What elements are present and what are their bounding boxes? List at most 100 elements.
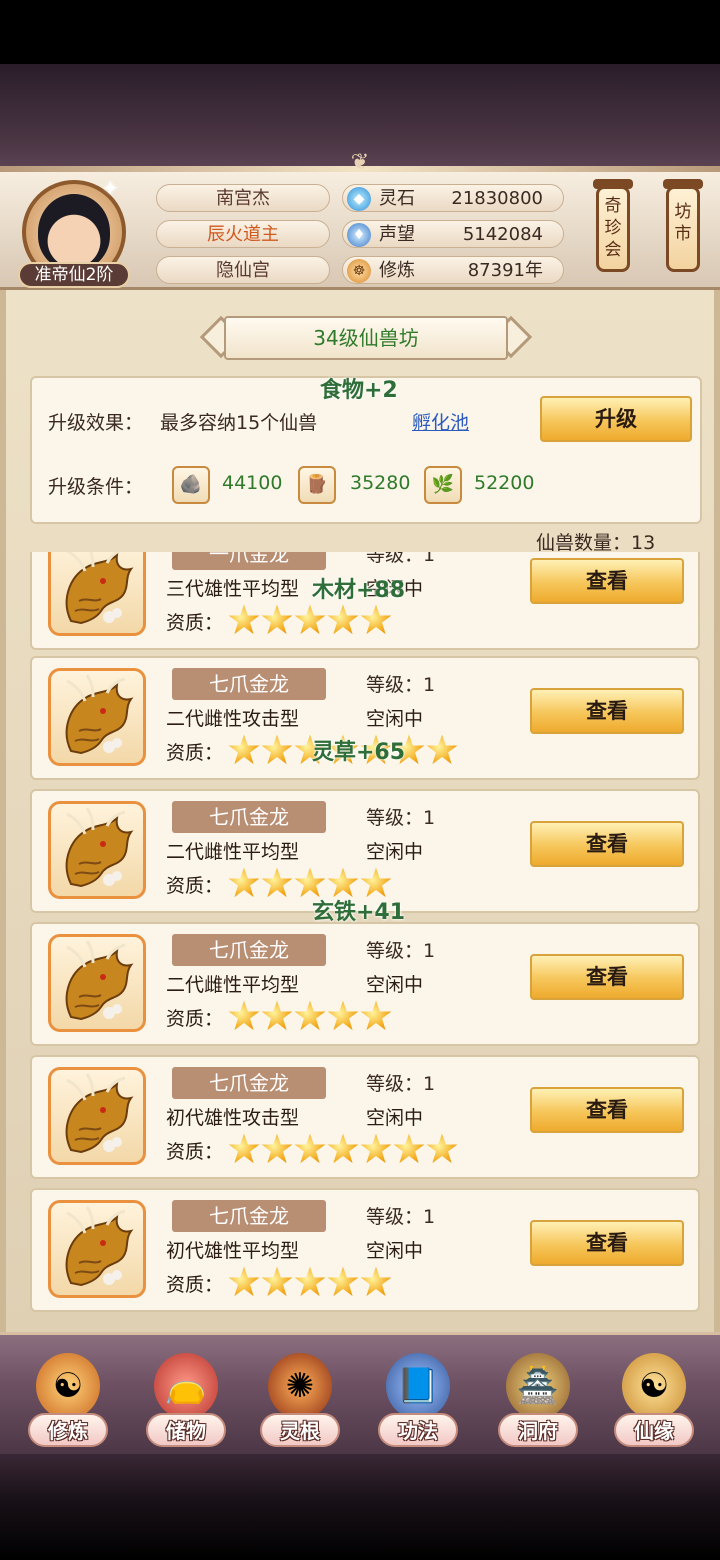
quality-label: 资质： bbox=[166, 612, 224, 634]
view-beast-button[interactable]: 查看 bbox=[530, 1220, 684, 1266]
nav-label: 仙缘 bbox=[634, 1419, 674, 1443]
nav-item-storage-bag[interactable]: 👝 储物 bbox=[140, 1353, 232, 1453]
knot-ornament-icon: ❦ bbox=[350, 150, 370, 175]
star-icon bbox=[228, 734, 260, 765]
star-icon bbox=[261, 734, 293, 765]
view-beast-button[interactable]: 查看 bbox=[530, 1087, 684, 1133]
star-icon bbox=[360, 1000, 392, 1031]
upgrade-button[interactable]: 升级 bbox=[540, 396, 692, 442]
quality-stars bbox=[228, 1000, 393, 1032]
star-icon bbox=[228, 604, 260, 635]
nav-label: 功法 bbox=[398, 1419, 438, 1443]
star-icon bbox=[426, 1133, 458, 1164]
star-icon bbox=[327, 1133, 359, 1164]
beast-card: 七爪金龙 等级：1 初代雄性攻击型 空闲中 资质： 查看 bbox=[30, 1055, 700, 1179]
star-icon bbox=[294, 1000, 326, 1031]
beast-level: 等级：1 bbox=[366, 940, 436, 962]
star-icon bbox=[294, 1266, 326, 1297]
quality-label: 资质： bbox=[166, 742, 224, 764]
nav-item-spirit-root[interactable]: ✺ 灵根 bbox=[254, 1353, 346, 1453]
floating-gain: 灵草+65 bbox=[312, 740, 406, 765]
quality-label: 资质： bbox=[166, 1141, 224, 1163]
star-icon bbox=[228, 1266, 260, 1297]
cost-herb: 52200 bbox=[474, 472, 535, 494]
bottom-navigation: ☯ 修炼 👝 储物 ✺ 灵根 📘 功法 🏯 洞府 ☯ 仙缘 bbox=[0, 1332, 720, 1454]
cultivate-icon: ☯ bbox=[36, 1353, 100, 1419]
stone-material-icon: 🪨 bbox=[172, 466, 210, 504]
beast-list[interactable]: 一爪金龙 等级：1 三代雄性平均型 空闲中 资质： 查看 七爪金龙 等级：1 二… bbox=[26, 552, 706, 1312]
star-icon bbox=[228, 1000, 260, 1031]
nav-label: 修炼 bbox=[48, 1419, 88, 1443]
technique-book-icon: 📘 bbox=[386, 1353, 450, 1419]
beast-level: 等级：1 bbox=[366, 674, 436, 696]
floating-gain: 玄铁+41 bbox=[312, 900, 406, 925]
beast-description: 二代雌性平均型 bbox=[166, 974, 300, 996]
cave-dwelling-icon: 🏯 bbox=[506, 1353, 570, 1419]
beast-description: 二代雌性攻击型 bbox=[166, 708, 300, 730]
spirit-stone-icon: ◆ bbox=[347, 187, 371, 211]
avatar-portrait bbox=[38, 194, 110, 270]
cultivation-icon: ☸ bbox=[347, 259, 371, 283]
star-icon bbox=[261, 604, 293, 635]
player-name: 南宫杰 bbox=[156, 184, 330, 212]
star-icon bbox=[360, 604, 392, 635]
beast-status: 空闲中 bbox=[366, 841, 424, 863]
beast-status: 空闲中 bbox=[366, 708, 424, 730]
beast-name: 七爪金龙 bbox=[172, 801, 326, 833]
market-button[interactable]: 坊市 bbox=[663, 179, 703, 272]
facility-title: 34级仙兽坊 bbox=[224, 316, 508, 360]
star-icon bbox=[294, 604, 326, 635]
beast-name: 一爪金龙 bbox=[172, 552, 326, 570]
star-icon bbox=[228, 1133, 260, 1164]
quality-stars bbox=[228, 604, 393, 636]
beast-description: 初代雄性平均型 bbox=[166, 1240, 300, 1262]
star-icon bbox=[327, 1266, 359, 1297]
nav-item-technique-book[interactable]: 📘 功法 bbox=[372, 1353, 464, 1453]
cost-stone: 44100 bbox=[222, 472, 283, 494]
star-icon bbox=[261, 1133, 293, 1164]
prestige-icon: ♦ bbox=[347, 223, 371, 247]
beast-status: 空闲中 bbox=[366, 974, 424, 996]
view-beast-button[interactable]: 查看 bbox=[530, 558, 684, 604]
quality-label: 资质： bbox=[166, 1008, 224, 1030]
beast-name: 七爪金龙 bbox=[172, 934, 326, 966]
facility-title-ribbon: 34级仙兽坊 bbox=[199, 314, 533, 362]
wood-material-icon: 🪵 bbox=[298, 466, 336, 504]
beast-status: 空闲中 bbox=[366, 1240, 424, 1262]
nav-item-fate[interactable]: ☯ 仙缘 bbox=[608, 1353, 700, 1453]
treasure-auction-button[interactable]: 奇珍会 bbox=[593, 179, 633, 272]
view-beast-button[interactable]: 查看 bbox=[530, 954, 684, 1000]
beast-workshop-panel: 34级仙兽坊 升级效果： 最多容纳15个仙兽 孵化池 升级 升级条件： 🪨 44… bbox=[0, 290, 720, 1332]
star-icon bbox=[261, 1000, 293, 1031]
rank-badge: 准帝仙2阶 bbox=[18, 262, 130, 288]
view-beast-button[interactable]: 查看 bbox=[530, 688, 684, 734]
spirit-root-icon: ✺ bbox=[268, 1353, 332, 1419]
nav-item-cultivate[interactable]: ☯ 修炼 bbox=[22, 1353, 114, 1453]
cost-wood: 35280 bbox=[350, 472, 411, 494]
nav-label: 储物 bbox=[166, 1419, 206, 1443]
star-icon bbox=[294, 1133, 326, 1164]
beast-level: 等级：1 bbox=[366, 552, 436, 566]
golden-dragon-portrait-icon bbox=[48, 801, 146, 899]
star-icon bbox=[393, 1133, 425, 1164]
hatching-pool-link[interactable]: 孵化池 bbox=[412, 408, 469, 435]
resource-spirit-stone: ◆ 灵石 21830800 bbox=[342, 184, 564, 212]
star-icon bbox=[261, 867, 293, 898]
star-icon bbox=[360, 1133, 392, 1164]
beast-description: 二代雌性平均型 bbox=[166, 841, 300, 863]
golden-dragon-portrait-icon bbox=[48, 1067, 146, 1165]
player-header: ✦ 准帝仙2阶 南宫杰 辰火道主 隐仙宫 ◆ 灵石 21830800 ♦ 声望 … bbox=[0, 172, 720, 290]
nav-item-cave-dwelling[interactable]: 🏯 洞府 bbox=[492, 1353, 584, 1453]
fate-icon: ☯ bbox=[622, 1353, 686, 1419]
star-icon bbox=[228, 867, 260, 898]
nav-label: 洞府 bbox=[518, 1419, 558, 1443]
star-icon bbox=[327, 604, 359, 635]
quality-label: 资质： bbox=[166, 875, 224, 897]
view-beast-button[interactable]: 查看 bbox=[530, 821, 684, 867]
star-icon bbox=[360, 1266, 392, 1297]
beast-level: 等级：1 bbox=[366, 1073, 436, 1095]
player-sect: 隐仙宫 bbox=[156, 256, 330, 284]
beast-level: 等级：1 bbox=[366, 1206, 436, 1228]
quality-stars bbox=[228, 1133, 459, 1165]
cost-label: 升级条件： bbox=[48, 476, 144, 498]
